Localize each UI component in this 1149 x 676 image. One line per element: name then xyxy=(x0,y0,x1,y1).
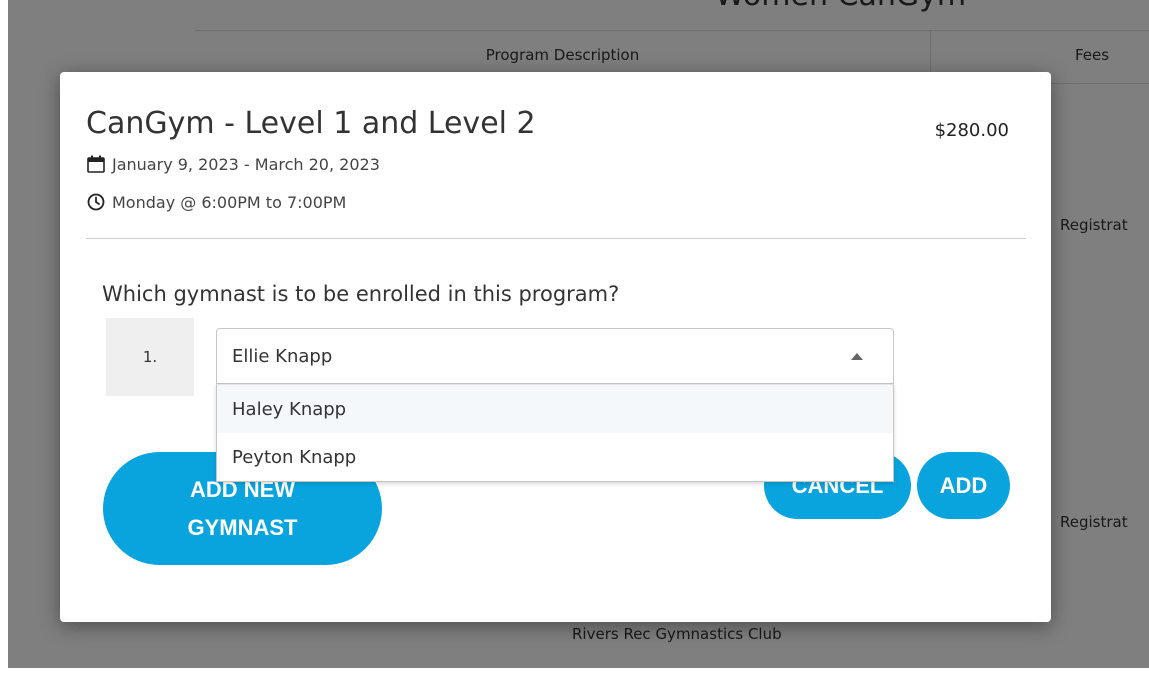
add-button[interactable]: ADD xyxy=(917,452,1010,519)
enroll-modal: CanGym - Level 1 and Level 2 $280.00 Jan… xyxy=(60,72,1051,622)
row-index-label: 1. xyxy=(142,348,158,366)
clock-icon xyxy=(86,192,106,212)
dropdown-option[interactable]: Haley Knapp xyxy=(217,385,893,433)
add-new-label-line2: GYMNAST xyxy=(187,514,298,540)
gymnast-select[interactable]: Ellie Knapp xyxy=(216,328,894,384)
program-dates: January 9, 2023 - March 20, 2023 xyxy=(86,154,380,174)
program-schedule-text: Monday @ 6:00PM to 7:00PM xyxy=(112,192,347,212)
enroll-question: Which gymnast is to be enrolled in this … xyxy=(102,282,620,306)
dropdown-option[interactable]: Peyton Knapp xyxy=(217,433,893,481)
gymnast-select-value: Ellie Knapp xyxy=(232,345,333,367)
gymnast-dropdown-list: Haley Knapp Peyton Knapp xyxy=(216,384,894,482)
program-schedule: Monday @ 6:00PM to 7:00PM xyxy=(86,192,346,212)
program-price: $280.00 xyxy=(934,120,1009,141)
caret-up-icon[interactable] xyxy=(851,353,863,360)
program-date-range: January 9, 2023 - March 20, 2023 xyxy=(112,154,380,174)
gymnast-row-index: 1. xyxy=(106,318,194,396)
page-bottom-edge xyxy=(0,668,1149,676)
program-title: CanGym - Level 1 and Level 2 xyxy=(86,106,536,141)
calendar-icon xyxy=(86,154,106,174)
modal-divider xyxy=(86,238,1026,239)
